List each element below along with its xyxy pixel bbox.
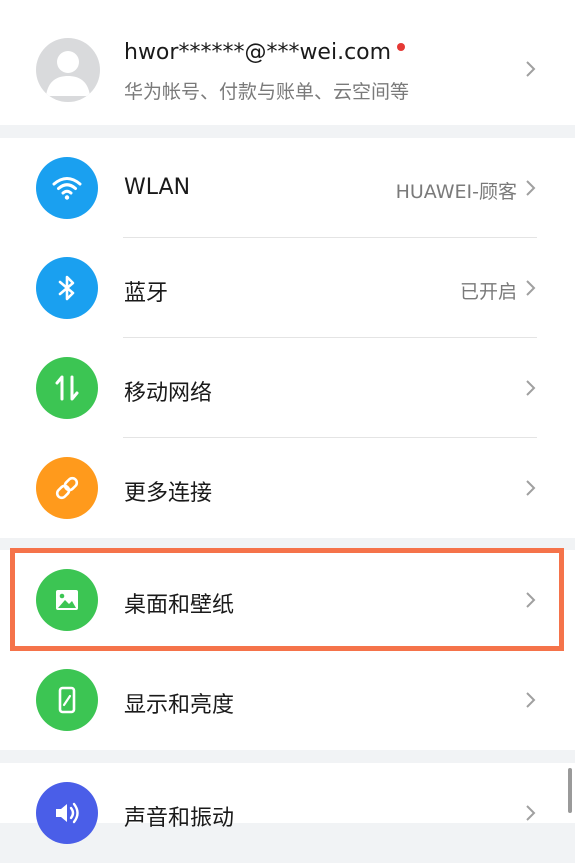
chevron-right-icon	[521, 804, 539, 822]
connectivity-group: WLAN HUAWEI-顾客 蓝牙 已开启 移动网络 更多连接	[0, 138, 575, 538]
chevron-right-icon	[521, 591, 539, 609]
settings-item-bluetooth[interactable]: 蓝牙 已开启	[0, 238, 575, 338]
display-brightness-label: 显示和亮度	[124, 693, 235, 718]
speaker-icon	[36, 782, 98, 844]
avatar	[36, 38, 100, 102]
avatar-placeholder-icon	[46, 51, 90, 96]
desktop-wallpaper-label: 桌面和壁纸	[124, 593, 235, 618]
account-email-row: hwor******@***wei.com	[124, 40, 406, 65]
bluetooth-label: 蓝牙	[124, 281, 169, 306]
sound-group: 声音和振动	[0, 763, 575, 844]
settings-item-sound-vibration[interactable]: 声音和振动	[0, 763, 575, 863]
settings-item-display-brightness[interactable]: 显示和亮度	[0, 650, 575, 750]
wlan-label: WLAN	[124, 175, 191, 200]
wlan-value: HUAWEI-顾客	[395, 181, 517, 203]
settings-item-more-connections[interactable]: 更多连接	[0, 438, 575, 538]
display-group: 桌面和壁纸 显示和亮度	[0, 550, 575, 750]
chevron-right-icon	[521, 279, 539, 297]
chevron-right-icon	[521, 179, 539, 197]
chevron-right-icon	[521, 479, 539, 497]
wifi-icon	[36, 157, 98, 219]
bluetooth-value: 已开启	[459, 281, 517, 303]
settings-item-desktop-wallpaper[interactable]: 桌面和壁纸	[0, 550, 575, 650]
settings-item-wlan[interactable]: WLAN HUAWEI-顾客	[0, 138, 575, 238]
account-subtitle: 华为帐号、付款与账单、云空间等	[124, 81, 410, 103]
chevron-right-icon	[521, 691, 539, 709]
settings-item-mobile-network[interactable]: 移动网络	[0, 338, 575, 438]
chevron-right-icon	[521, 60, 539, 78]
bluetooth-icon	[36, 257, 98, 319]
phone-brightness-icon	[36, 669, 98, 731]
account-card[interactable]: hwor******@***wei.com 华为帐号、付款与账单、云空间等	[0, 0, 575, 125]
mobile-data-icon	[36, 357, 98, 419]
sound-vibration-label: 声音和振动	[124, 806, 235, 831]
image-icon	[36, 569, 98, 631]
link-icon	[36, 457, 98, 519]
account-email: hwor******@***wei.com	[124, 40, 392, 65]
more-connections-label: 更多连接	[124, 481, 213, 506]
notification-dot	[397, 43, 406, 51]
chevron-right-icon	[521, 379, 539, 397]
mobile-network-label: 移动网络	[124, 381, 213, 406]
scrollbar[interactable]	[568, 768, 572, 813]
